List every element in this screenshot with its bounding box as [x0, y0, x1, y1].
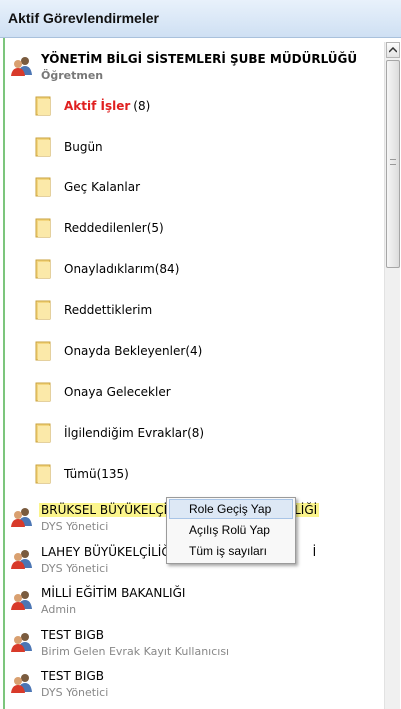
unit-role: DYS Yönetici: [41, 562, 109, 575]
unit-name: TEST BIGB: [41, 669, 104, 683]
unit-name: YÖNETİM BİLGİ SİSTEMLERİ ŞUBE MÜDÜRLÜĞÜ: [41, 52, 358, 66]
unit-role: Öğretmen: [41, 69, 104, 82]
context-menu: Role Geçiş Yap Açılış Rolü Yap Tüm iş sa…: [166, 497, 296, 564]
folder-bugun[interactable]: Bugün: [34, 136, 364, 158]
folder-onayda-bekleyenler[interactable]: Onayda Bekleyenler(4): [34, 340, 364, 362]
folder-icon: [35, 300, 51, 320]
users-icon: [11, 57, 32, 76]
folder-reddettiklerim[interactable]: Reddettiklerim: [34, 299, 364, 321]
folder-icon: [35, 423, 51, 443]
folder-icon: [35, 259, 51, 279]
folder-icon: [35, 177, 51, 197]
folder-tumu[interactable]: Tümü(135): [34, 463, 364, 485]
folder-icon: [35, 218, 51, 238]
folder-count: (8): [133, 99, 151, 113]
chevron-up-icon: [389, 47, 397, 53]
folder-label: İlgilendiğim Evraklar(8): [64, 426, 205, 440]
menu-item-role-gecis[interactable]: Role Geçiş Yap: [169, 499, 293, 519]
folder-label: Aktif İşler (8): [64, 99, 151, 113]
folder-label: Reddedilenler(5): [64, 221, 164, 235]
folder-gec-kalanlar[interactable]: Geç Kalanlar: [34, 176, 364, 198]
panel-header: Aktif Görevlendirmeler: [0, 0, 401, 38]
unit-name: MİLLİ EĞİTİM BAKANLIĞI: [41, 586, 186, 600]
folder-label: Tümü(135): [64, 467, 129, 481]
folder-icon: [35, 96, 51, 116]
unit-role: Birim Gelen Evrak Kayıt Kullanıcısı: [41, 645, 230, 658]
scroll-thumb[interactable]: [386, 60, 400, 268]
folder-aktif-isler[interactable]: Aktif İşler (8): [34, 95, 364, 117]
folder-icon: [35, 341, 51, 361]
users-icon: [11, 508, 32, 527]
folder-onaya-gelecekler[interactable]: Onaya Gelecekler: [34, 381, 364, 403]
unit-name: TEST BIGB: [41, 628, 104, 642]
unit-role: DYS Yönetici: [41, 686, 109, 699]
users-icon: [11, 674, 32, 693]
unit-role: DYS Yönetici: [41, 520, 109, 533]
folder-icon: [35, 382, 51, 402]
users-icon: [11, 633, 32, 652]
folder-label: Bugün: [64, 140, 103, 154]
unit-role: Admin: [41, 603, 77, 616]
scroll-up-button[interactable]: [386, 42, 400, 58]
folder-onayladiklarim[interactable]: Onayladıklarım(84): [34, 258, 364, 280]
folder-label: Reddettiklerim: [64, 303, 153, 317]
vertical-scrollbar[interactable]: [384, 42, 400, 709]
folder-label: Geç Kalanlar: [64, 180, 141, 194]
users-icon: [11, 591, 32, 610]
thumb-grip: [390, 159, 396, 165]
folder-label: Onayladıklarım(84): [64, 262, 180, 276]
folder-label: Onaya Gelecekler: [64, 385, 171, 399]
folder-ilgilendigim-evraklar[interactable]: İlgilendiğim Evraklar(8): [34, 422, 364, 444]
menu-item-acilis-rolu[interactable]: Açılış Rolü Yap: [169, 520, 293, 540]
folder-icon: [35, 464, 51, 484]
folder-label: Onayda Bekleyenler(4): [64, 344, 203, 358]
folder-icon: [35, 137, 51, 157]
users-icon: [11, 550, 32, 569]
panel-title: Aktif Görevlendirmeler: [8, 10, 159, 26]
menu-item-tum-is-sayilari[interactable]: Tüm iş sayıları: [169, 541, 293, 561]
folder-reddedilenler[interactable]: Reddedilenler(5): [34, 217, 364, 239]
